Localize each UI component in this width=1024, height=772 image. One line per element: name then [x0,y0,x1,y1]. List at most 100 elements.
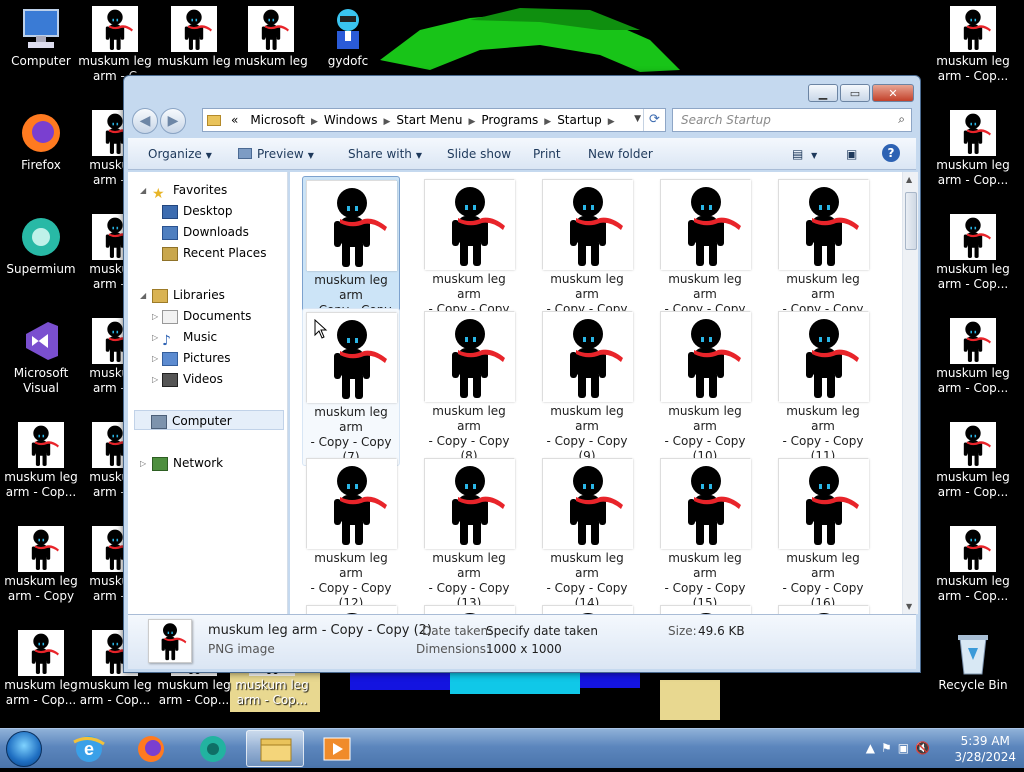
file-item[interactable]: muskum leg arm - Copy - Copy (11) [774,308,872,464]
media-player-icon[interactable] [308,730,366,767]
desktop-icon-stickman[interactable]: muskum leg arm - Copy [2,520,80,604]
desktop-icon-supermium[interactable]: Supermium [2,208,80,277]
network-tray-icon[interactable]: ▣ [898,741,915,755]
explorer-taskbar-icon[interactable] [246,730,304,767]
expand-icon[interactable]: ▷ [140,459,146,468]
clock[interactable]: 5:39 AM 3/28/2024 [954,733,1016,765]
share-with-button[interactable]: Share with ▼ [348,147,422,161]
nav-downloads[interactable]: Downloads [162,222,249,242]
breadcrumb-separator-icon[interactable]: ▶ [468,117,475,127]
desktop-icon-stickman[interactable]: muskum leg arm - Cop... [934,416,1012,500]
minimize-button[interactable]: ▁ [808,84,838,102]
file-item[interactable]: muskum leg arm - Copy - Copy (15) [656,455,754,611]
file-item[interactable] [774,602,872,614]
breadcrumb-separator-icon[interactable]: ▶ [311,117,318,127]
view-options-icon[interactable]: ▤ ▼ [792,147,817,161]
forward-button[interactable]: ▶ [160,108,186,134]
volume-muted-icon[interactable]: 🔇 [915,741,936,755]
desktop-icon-stickman[interactable]: muskum leg arm - Cop... [934,208,1012,292]
file-item[interactable]: muskum leg arm - Copy - Copy (13) [420,455,518,611]
image-thumbnail [778,458,869,549]
desktop-icon-stickman[interactable]: muskum leg arm - Cop... [934,312,1012,396]
file-item[interactable] [302,602,400,614]
expand-icon[interactable]: ▷ [152,375,158,384]
file-item[interactable]: muskum leg arm - Copy - Copy (16) [774,455,872,611]
search-input[interactable]: Search Startup ⌕ [672,108,912,132]
desktop-icon-stickman[interactable]: muskum leg arm - C [76,0,154,84]
desktop-icon-character[interactable]: gydofc [309,0,387,69]
expand-icon[interactable]: ▷ [152,354,158,363]
firefox-taskbar-icon[interactable] [122,730,180,767]
scroll-up-icon[interactable]: ▲ [906,175,912,184]
preview-pane-icon[interactable]: ▣ [846,147,857,161]
nav-network[interactable]: Network [152,453,223,473]
breadcrumb-separator-icon[interactable]: ▶ [383,117,390,127]
file-item[interactable] [420,602,518,614]
address-dropdown-icon[interactable]: ▼ [634,114,641,124]
details-file-type: PNG image [208,642,275,656]
collapse-icon[interactable]: ◢ [140,186,146,195]
scroll-down-icon[interactable]: ▼ [906,602,912,611]
new-folder-button[interactable]: New folder [588,147,653,161]
desktop-icon-firefox[interactable]: Firefox [2,104,80,173]
organize-button[interactable]: Organize ▼ [148,147,212,161]
supermium-taskbar-icon[interactable] [184,730,242,767]
slide-show-button[interactable]: Slide show [447,147,511,161]
start-button[interactable] [6,731,42,767]
preview-button[interactable]: Preview ▼ [238,147,314,161]
nav-music[interactable]: ♪ Music [162,327,217,349]
details-date-value[interactable]: Specify date taken [486,624,598,638]
expand-icon[interactable]: ▷ [152,312,158,321]
file-list[interactable]: muskum leg arm- Copy - Copy (2)muskum le… [290,172,902,614]
desktop-icon-stickman[interactable]: muskum leg arm - Cop... [934,520,1012,604]
nav-libraries[interactable]: Libraries [152,285,225,305]
breadcrumb-item[interactable]: Programs [481,113,538,127]
nav-recent-places[interactable]: Recent Places [162,243,266,263]
breadcrumb-separator-icon[interactable]: ▶ [608,117,615,127]
desktop-icon-stickman[interactable]: muskum leg [232,0,310,69]
nav-favorites[interactable]: ★ Favorites [152,180,227,202]
file-item[interactable] [538,602,636,614]
desktop-icon-stickman[interactable]: muskum leg arm - Cop... [2,416,80,500]
refresh-icon[interactable]: ⟳ [643,109,665,131]
desktop-icon-stickman[interactable]: muskum leg arm - Cop... [2,624,80,708]
scrollbar-thumb[interactable] [905,192,917,250]
back-button[interactable]: ◀ [132,108,158,134]
nav-videos[interactable]: Videos [162,369,223,389]
show-hidden-icons[interactable]: ▲ [866,741,881,755]
print-button[interactable]: Print [533,147,561,161]
help-icon[interactable]: ? [882,144,900,162]
breadcrumb-item[interactable]: Microsoft [250,113,305,127]
file-item[interactable] [656,602,754,614]
breadcrumb-overflow[interactable]: « [231,113,238,127]
nav-documents[interactable]: Documents [162,306,251,326]
breadcrumb-item[interactable]: Startup [557,113,602,127]
desktop-icon-computer[interactable]: Computer [2,0,80,69]
file-item[interactable]: muskum leg arm - Copy - Copy (9) [538,308,636,464]
desktop-icon-stickman[interactable]: muskum leg [155,0,233,69]
address-bar[interactable]: « Microsoft ▶ Windows ▶ Start Menu ▶ Programs ▶… [202,108,666,132]
desktop-icon-stickman[interactable]: muskum leg arm - Cop... [934,0,1012,84]
file-item[interactable]: muskum leg arm - Copy - Copy (14) [538,455,636,611]
nav-pictures[interactable]: Pictures [162,348,231,368]
flag-icon[interactable]: ⚑ [881,741,898,755]
explorer-window[interactable]: ▁ ▭ ✕ ◀ ▶ « Microsoft ▶ Windows ▶ Start Menu… [123,75,921,673]
file-item[interactable]: muskum leg arm - Copy - Copy (10) [656,308,754,464]
file-item[interactable]: muskum leg arm - Copy - Copy (8) [420,308,518,464]
desktop-icon-visual-studio[interactable]: Microsoft Visual Stud... [2,312,80,396]
maximize-button[interactable]: ▭ [840,84,870,102]
desktop-icon-stickman[interactable]: muskum leg arm - Cop... [934,104,1012,188]
search-icon[interactable]: ⌕ [898,112,905,127]
nav-desktop[interactable]: Desktop [162,201,233,221]
desktop-icon-recycle-bin[interactable]: Recycle Bin [934,624,1012,693]
internet-explorer-icon[interactable]: e [60,730,118,767]
breadcrumb-separator-icon[interactable]: ▶ [544,117,551,127]
nav-computer[interactable]: Computer [134,410,284,430]
breadcrumb-item[interactable]: Windows [324,113,378,127]
file-item[interactable]: muskum leg arm - Copy - Copy (12) [302,455,400,611]
vertical-scrollbar[interactable]: ▲ ▼ [902,172,918,614]
expand-icon[interactable]: ▷ [152,333,158,342]
close-button[interactable]: ✕ [872,84,914,102]
collapse-icon[interactable]: ◢ [140,291,146,300]
breadcrumb-item[interactable]: Start Menu [396,113,462,127]
